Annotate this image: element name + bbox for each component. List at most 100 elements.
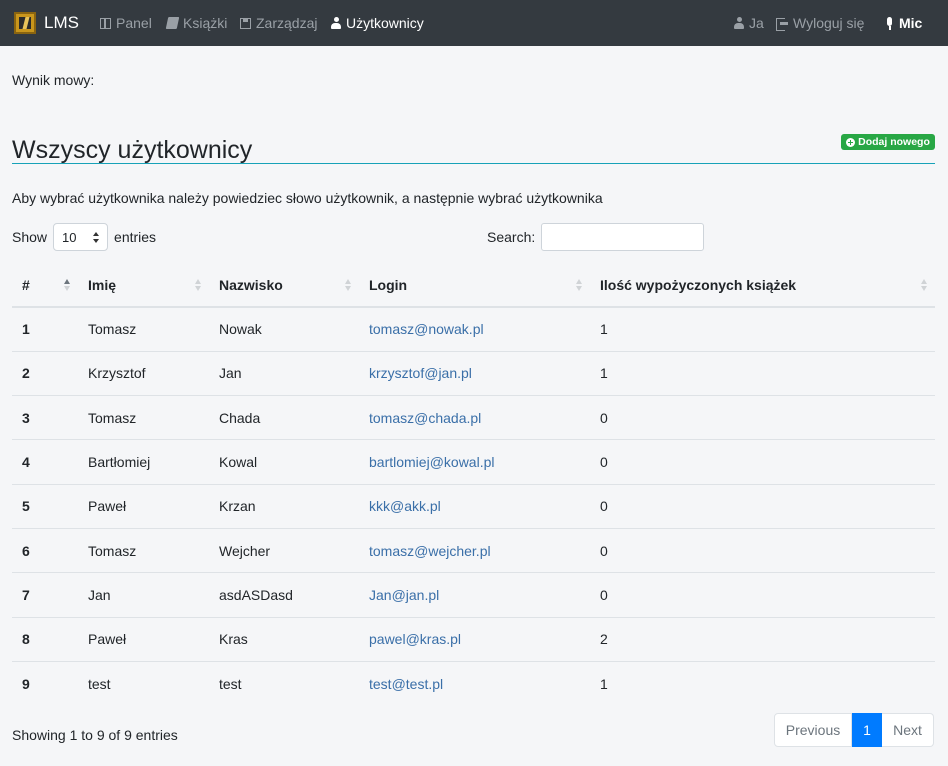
user-icon: [734, 17, 744, 29]
title-divider: [12, 163, 935, 164]
cell-last-name: asdASDasd: [209, 572, 359, 618]
brand-name: LMS: [44, 13, 79, 32]
nav-item-label: Mic: [899, 15, 923, 31]
column-header-first-name[interactable]: Imię: [78, 264, 209, 308]
cell-last-name: Krzan: [209, 484, 359, 529]
table-header-row: # Imię Nazwisko Login Ilość wypożyczonyc…: [12, 264, 935, 308]
table-row[interactable]: 9 test test test@test.pl 1: [12, 661, 935, 705]
cell-borrowed-count: 1: [590, 307, 935, 352]
table-row[interactable]: 8 Paweł Kras pawel@kras.pl 2: [12, 617, 935, 662]
cell-last-name: test: [219, 675, 242, 692]
cell-index: 8: [12, 617, 78, 662]
cell-first-name: Tomasz: [78, 395, 209, 441]
users-table: # Imię Nazwisko Login Ilość wypożyczonyc…: [12, 264, 935, 706]
speech-result-label: Wynik mowy:: [12, 72, 95, 88]
column-header-label: #: [22, 277, 30, 293]
cell-borrowed-count: 1: [600, 675, 608, 692]
book-icon: [165, 17, 180, 29]
nav-item-label: Zarządzaj: [256, 15, 318, 31]
nav-item-label: Ja: [749, 15, 764, 31]
table-row[interactable]: 1 Tomasz Nowak tomasz@nowak.pl 1: [12, 307, 935, 352]
table-row[interactable]: 3 Tomasz Chada tomasz@chada.pl 0: [12, 395, 935, 441]
column-header-label: Nazwisko: [219, 277, 283, 293]
cell-borrowed-count: 0: [590, 528, 935, 574]
table-row[interactable]: 5 Paweł Krzan kkk@akk.pl 0: [12, 484, 935, 529]
cell-index: 6: [12, 528, 78, 574]
sort-icon: [921, 279, 927, 292]
nav-item-me[interactable]: Ja: [734, 14, 764, 32]
nav-item-label: Książki: [183, 15, 228, 31]
cell-index: 5: [12, 484, 78, 529]
table-search: Search:: [487, 223, 705, 251]
cell-last-name: Kowal: [209, 439, 359, 485]
cell-login-link[interactable]: Jan@jan.pl: [359, 572, 590, 618]
show-label: Show: [12, 229, 48, 245]
cell-login-link[interactable]: bartlomiej@kowal.pl: [359, 439, 590, 485]
cell-last-name: Wejcher: [209, 528, 359, 574]
select-arrows-icon: [93, 232, 100, 243]
column-header-index[interactable]: #: [12, 264, 78, 308]
cell-login-link[interactable]: tomasz@chada.pl: [359, 395, 590, 441]
entries-length-value: 10: [62, 229, 77, 245]
table-row[interactable]: 2 Krzysztof Jan krzysztof@jan.pl 1: [12, 351, 935, 397]
cell-last-name: Kras: [209, 617, 359, 662]
cell-index: 2: [12, 351, 78, 397]
column-header-label: Ilość wypożyczonych książek: [600, 277, 797, 293]
cell-index: 7: [12, 572, 78, 618]
cell-first-name: Krzysztof: [78, 351, 209, 397]
sort-icon: [576, 279, 582, 292]
entries-label: entries: [114, 229, 157, 245]
cell-first-name: test: [88, 675, 111, 692]
cell-last-name: Nowak: [209, 307, 359, 352]
table-info: Showing 1 to 9 of 9 entries: [12, 727, 178, 743]
nav-item-users[interactable]: Użytkownicy: [331, 14, 424, 32]
nav-item-label: Wyloguj się: [793, 15, 865, 31]
cell-login-link[interactable]: pawel@kras.pl: [359, 617, 590, 662]
nav-item-label: Użytkownicy: [346, 15, 424, 31]
table-row[interactable]: 7 Jan asdASDasd Jan@jan.pl 0: [12, 572, 935, 618]
user-icon: [331, 17, 341, 29]
nav-item-manage[interactable]: Zarządzaj: [240, 14, 317, 32]
cell-first-name: Paweł: [78, 484, 209, 529]
brand-link[interactable]: LMS: [14, 10, 79, 36]
search-input[interactable]: [541, 223, 705, 251]
cell-borrowed-count: 0: [590, 572, 935, 618]
cell-last-name: Jan: [209, 351, 359, 397]
add-user-button-label: Dodaj nowego: [858, 136, 930, 148]
nav-item-logout[interactable]: Wyloguj się: [776, 14, 864, 32]
cell-first-name: Bartłomiej: [78, 439, 209, 485]
nav-item-panel[interactable]: Panel: [100, 14, 152, 32]
cell-login-link[interactable]: tomasz@nowak.pl: [359, 307, 590, 352]
cell-login-link[interactable]: kkk@akk.pl: [359, 484, 590, 529]
cell-first-name: Tomasz: [78, 307, 209, 352]
previous-page-button[interactable]: Previous: [774, 713, 852, 747]
next-page-button[interactable]: Next: [882, 713, 934, 747]
table-row[interactable]: 4 Bartłomiej Kowal bartlomiej@kowal.pl 0: [12, 439, 935, 485]
top-navbar: LMS Panel Książki Zarządzaj Użytkownicy …: [0, 0, 948, 46]
cell-login-link[interactable]: tomasz@wejcher.pl: [359, 528, 590, 574]
cell-index: 1: [12, 307, 78, 352]
cell-borrowed-count: 2: [590, 617, 935, 662]
sort-icon: [195, 279, 201, 292]
cell-borrowed-count: 1: [590, 351, 935, 397]
add-user-button[interactable]: Dodaj nowego: [841, 134, 935, 150]
logout-icon: [776, 17, 788, 31]
column-header-borrowed-count[interactable]: Ilość wypożyczonych książek: [590, 264, 935, 308]
cell-borrowed-count: 0: [590, 439, 935, 485]
nav-item-mic[interactable]: Mic: [885, 14, 922, 32]
instruction-text: Aby wybrać użytkownika należy powiedziec…: [12, 190, 603, 206]
cell-login-link[interactable]: test@test.pl: [359, 661, 590, 705]
column-header-login[interactable]: Login: [359, 264, 590, 308]
microphone-icon: [885, 16, 894, 30]
cell-index: 3: [12, 395, 78, 441]
table-row[interactable]: 6 Tomasz Wejcher tomasz@wejcher.pl 0: [12, 528, 935, 574]
column-header-last-name[interactable]: Nazwisko: [209, 264, 359, 308]
entries-length-select[interactable]: 10: [53, 223, 109, 251]
column-header-label: Login: [369, 277, 408, 293]
cell-login-link[interactable]: krzysztof@jan.pl: [359, 351, 590, 397]
nav-item-label: Panel: [116, 15, 152, 31]
nav-item-books[interactable]: Książki: [165, 14, 228, 32]
page-1-button[interactable]: 1: [852, 713, 882, 747]
save-icon: [240, 17, 251, 29]
cell-first-name: Jan: [78, 572, 209, 618]
